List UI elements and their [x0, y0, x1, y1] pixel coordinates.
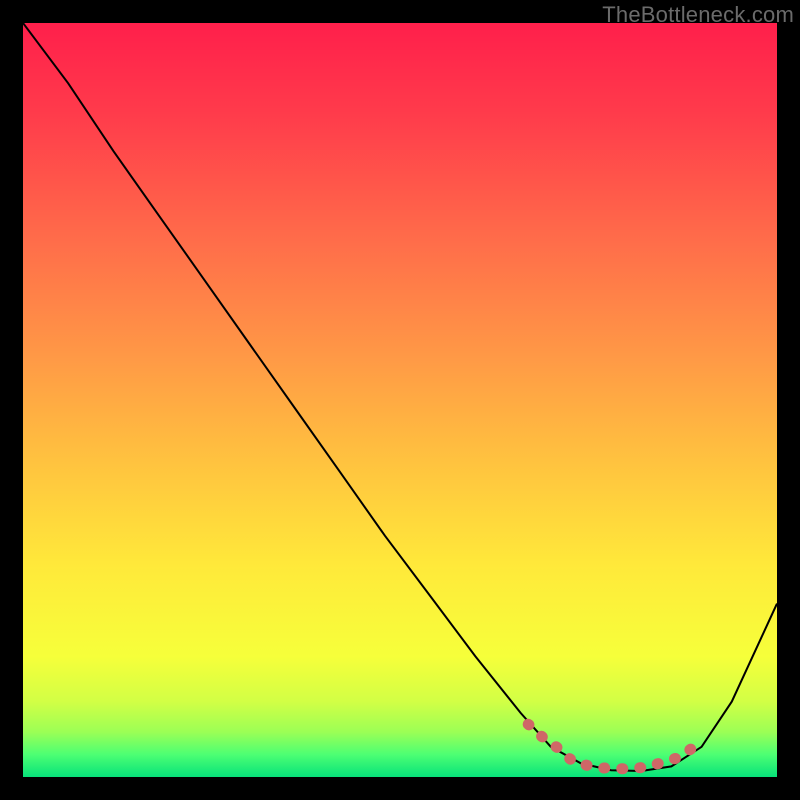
bottleneck-chart-svg — [23, 23, 777, 777]
plot-area — [23, 23, 777, 777]
chart-container: TheBottleneck.com — [0, 0, 800, 800]
gradient-background — [23, 23, 777, 777]
